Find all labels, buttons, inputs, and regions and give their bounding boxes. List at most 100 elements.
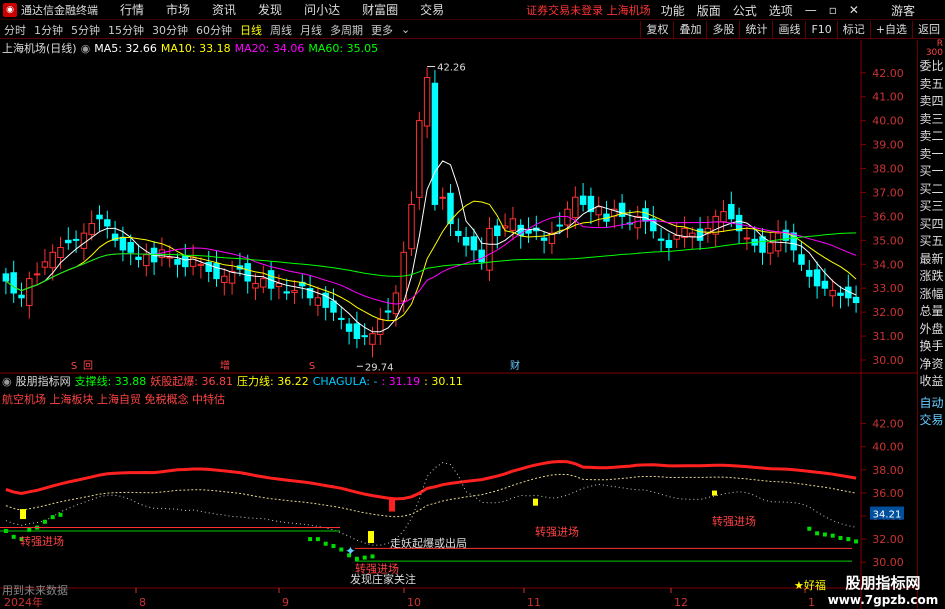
event-marker-1: 回 bbox=[83, 360, 93, 372]
menu-item-gongneng[interactable]: 功能 bbox=[661, 2, 685, 19]
candle-body-106 bbox=[829, 290, 836, 297]
candle-body-105 bbox=[821, 280, 829, 289]
concept-tags: 航空机场 上海板块 上海自贸 免税概念 中特估 bbox=[2, 393, 225, 406]
period-daily[interactable]: 日线 bbox=[240, 22, 262, 38]
tool-tongji[interactable]: 统计 bbox=[739, 21, 772, 39]
signal-dot-107 bbox=[838, 535, 843, 540]
side-item-16[interactable]: 换手 bbox=[918, 338, 945, 356]
tool-fuquan[interactable]: 复权 bbox=[640, 21, 673, 39]
menu-item-hangqing[interactable]: 行情 bbox=[120, 1, 144, 18]
signal-dot-1 bbox=[11, 534, 16, 539]
candle-body-104 bbox=[813, 269, 821, 287]
period-30min[interactable]: 30分钟 bbox=[152, 22, 188, 38]
tool-f10[interactable]: F10 bbox=[805, 21, 836, 39]
tool-biaoji[interactable]: 标记 bbox=[836, 21, 870, 39]
signal-dot-105 bbox=[822, 532, 827, 537]
candle-body-65 bbox=[509, 218, 517, 231]
side-item-18[interactable]: 收益 bbox=[918, 373, 945, 391]
maximize-button[interactable]: ▫ bbox=[829, 3, 837, 17]
menu-item-jiaoyi[interactable]: 交易 bbox=[420, 1, 444, 18]
ma60-line bbox=[5, 232, 857, 292]
tool-zixuan[interactable]: +自选 bbox=[869, 21, 912, 39]
side-bottom-0[interactable]: 自动 bbox=[918, 395, 945, 413]
period-60min[interactable]: 60分钟 bbox=[196, 22, 232, 38]
main-tick-label-3: 39.00 bbox=[872, 139, 904, 152]
period-multi[interactable]: 多周期 bbox=[330, 22, 363, 38]
period-more[interactable]: 更多 bbox=[371, 22, 393, 38]
side-item-1[interactable]: 卖五 bbox=[918, 76, 945, 94]
candle-body-0 bbox=[2, 273, 10, 282]
tool-huaxian[interactable]: 画线 bbox=[772, 21, 805, 39]
main-tick-label-6: 36.00 bbox=[872, 210, 904, 223]
xaxis-month-3: 11 bbox=[527, 596, 541, 609]
side-item-15[interactable]: 外盘 bbox=[918, 321, 945, 339]
period-1min[interactable]: 1分钟 bbox=[34, 22, 63, 38]
candle-body-22 bbox=[174, 259, 181, 265]
chevron-down-icon[interactable]: ⌄ bbox=[401, 23, 410, 36]
menu-item-zixun[interactable]: 资讯 bbox=[212, 1, 236, 18]
side-item-0[interactable]: 委比 bbox=[918, 58, 945, 76]
xaxis-month-1: 9 bbox=[282, 596, 289, 609]
high-label: 42.26 bbox=[437, 63, 466, 74]
future-data-notice: 用到未来数据 bbox=[2, 584, 68, 597]
v2-value: : 30.11 bbox=[424, 374, 463, 388]
candle-body-107 bbox=[837, 292, 844, 296]
menu-item-shichang[interactable]: 市场 bbox=[166, 1, 190, 18]
menu-item-gongshi[interactable]: 公式 bbox=[733, 2, 757, 19]
xaxis-month-0: 8 bbox=[139, 596, 146, 609]
candle-body-61 bbox=[478, 249, 485, 263]
candle-body-17 bbox=[135, 256, 142, 260]
side-item-11[interactable]: 最新 bbox=[918, 251, 945, 269]
watermark: 股朋指标网 www.7gpzb.com bbox=[823, 572, 943, 607]
login-status[interactable]: 证券交易未登录 上海机场 bbox=[526, 2, 651, 18]
side-item-5[interactable]: 卖一 bbox=[918, 146, 945, 164]
close-button[interactable]: ✕ bbox=[849, 3, 859, 17]
side-item-7[interactable]: 买二 bbox=[918, 181, 945, 199]
side-bottom-1[interactable]: 交易 bbox=[918, 412, 945, 430]
sub-legend: ◉ 股朋指标网 支撑线: 33.88 妖股起爆: 36.81 压力线: 36.2… bbox=[2, 374, 467, 389]
candle-body-36 bbox=[283, 291, 290, 294]
menu-item-banmian[interactable]: 版面 bbox=[697, 2, 721, 19]
sub-tick-label-2: 38.00 bbox=[872, 464, 904, 477]
minimize-button[interactable]: — bbox=[805, 3, 817, 17]
tool-diejia[interactable]: 叠加 bbox=[673, 21, 706, 39]
signal-dot-103 bbox=[807, 526, 812, 531]
side-item-6[interactable]: 买一 bbox=[918, 163, 945, 181]
candle-body-55 bbox=[431, 82, 439, 205]
event-marker-4: 财 bbox=[510, 359, 520, 372]
guest-label[interactable]: 游客 bbox=[891, 2, 915, 19]
period-fenshi[interactable]: 分时 bbox=[4, 22, 26, 38]
sub-toggle-icon[interactable]: ◉ bbox=[2, 375, 12, 388]
side-item-13[interactable]: 涨幅 bbox=[918, 286, 945, 304]
menu-item-faxian[interactable]: 发现 bbox=[258, 1, 282, 18]
ma5-value: MA5: 32.66 bbox=[94, 41, 157, 55]
watermark-title: 股朋指标网 bbox=[845, 574, 921, 592]
side-item-9[interactable]: 买四 bbox=[918, 216, 945, 234]
side-item-12[interactable]: 涨跌 bbox=[918, 268, 945, 286]
kline-chart[interactable]: 42.00 41.00 40.00 39.00 38.00 37.00 36.00 35.00… bbox=[0, 40, 917, 609]
menu-item-wenxiaoda[interactable]: 问小达 bbox=[304, 1, 340, 18]
side-item-17[interactable]: 净资 bbox=[918, 356, 945, 374]
period-weekly[interactable]: 周线 bbox=[270, 22, 292, 38]
sub-tick-label-5: 32.00 bbox=[872, 533, 904, 546]
candle-body-31 bbox=[244, 263, 251, 282]
signal-yellow-3 bbox=[533, 498, 538, 506]
candle-body-42 bbox=[330, 300, 337, 313]
menu-item-caifuquan[interactable]: 财富圈 bbox=[362, 1, 398, 18]
tool-duogu[interactable]: 多股 bbox=[706, 21, 739, 39]
legend-toggle-icon[interactable]: ◉ bbox=[81, 42, 91, 55]
side-item-8[interactable]: 买三 bbox=[918, 198, 945, 216]
candle-body-82 bbox=[642, 208, 649, 222]
period-toolbar: 分时 1分钟 5分钟 15分钟 30分钟 60分钟 日线 周线 月线 多周期 更… bbox=[0, 21, 945, 39]
side-item-4[interactable]: 卖二 bbox=[918, 128, 945, 146]
period-monthly[interactable]: 月线 bbox=[300, 22, 322, 38]
period-15min[interactable]: 15分钟 bbox=[108, 22, 144, 38]
side-item-3[interactable]: 卖三 bbox=[918, 111, 945, 129]
side-item-2[interactable]: 卖四 bbox=[918, 93, 945, 111]
side-item-14[interactable]: 总量 bbox=[918, 303, 945, 321]
period-5min[interactable]: 5分钟 bbox=[71, 22, 100, 38]
menu-item-xuanxiang[interactable]: 选项 bbox=[769, 2, 793, 19]
side-item-10[interactable]: 买五 bbox=[918, 233, 945, 251]
v1-value: : 31.19 bbox=[381, 374, 421, 388]
tool-fanhui[interactable]: 返回 bbox=[912, 21, 945, 39]
